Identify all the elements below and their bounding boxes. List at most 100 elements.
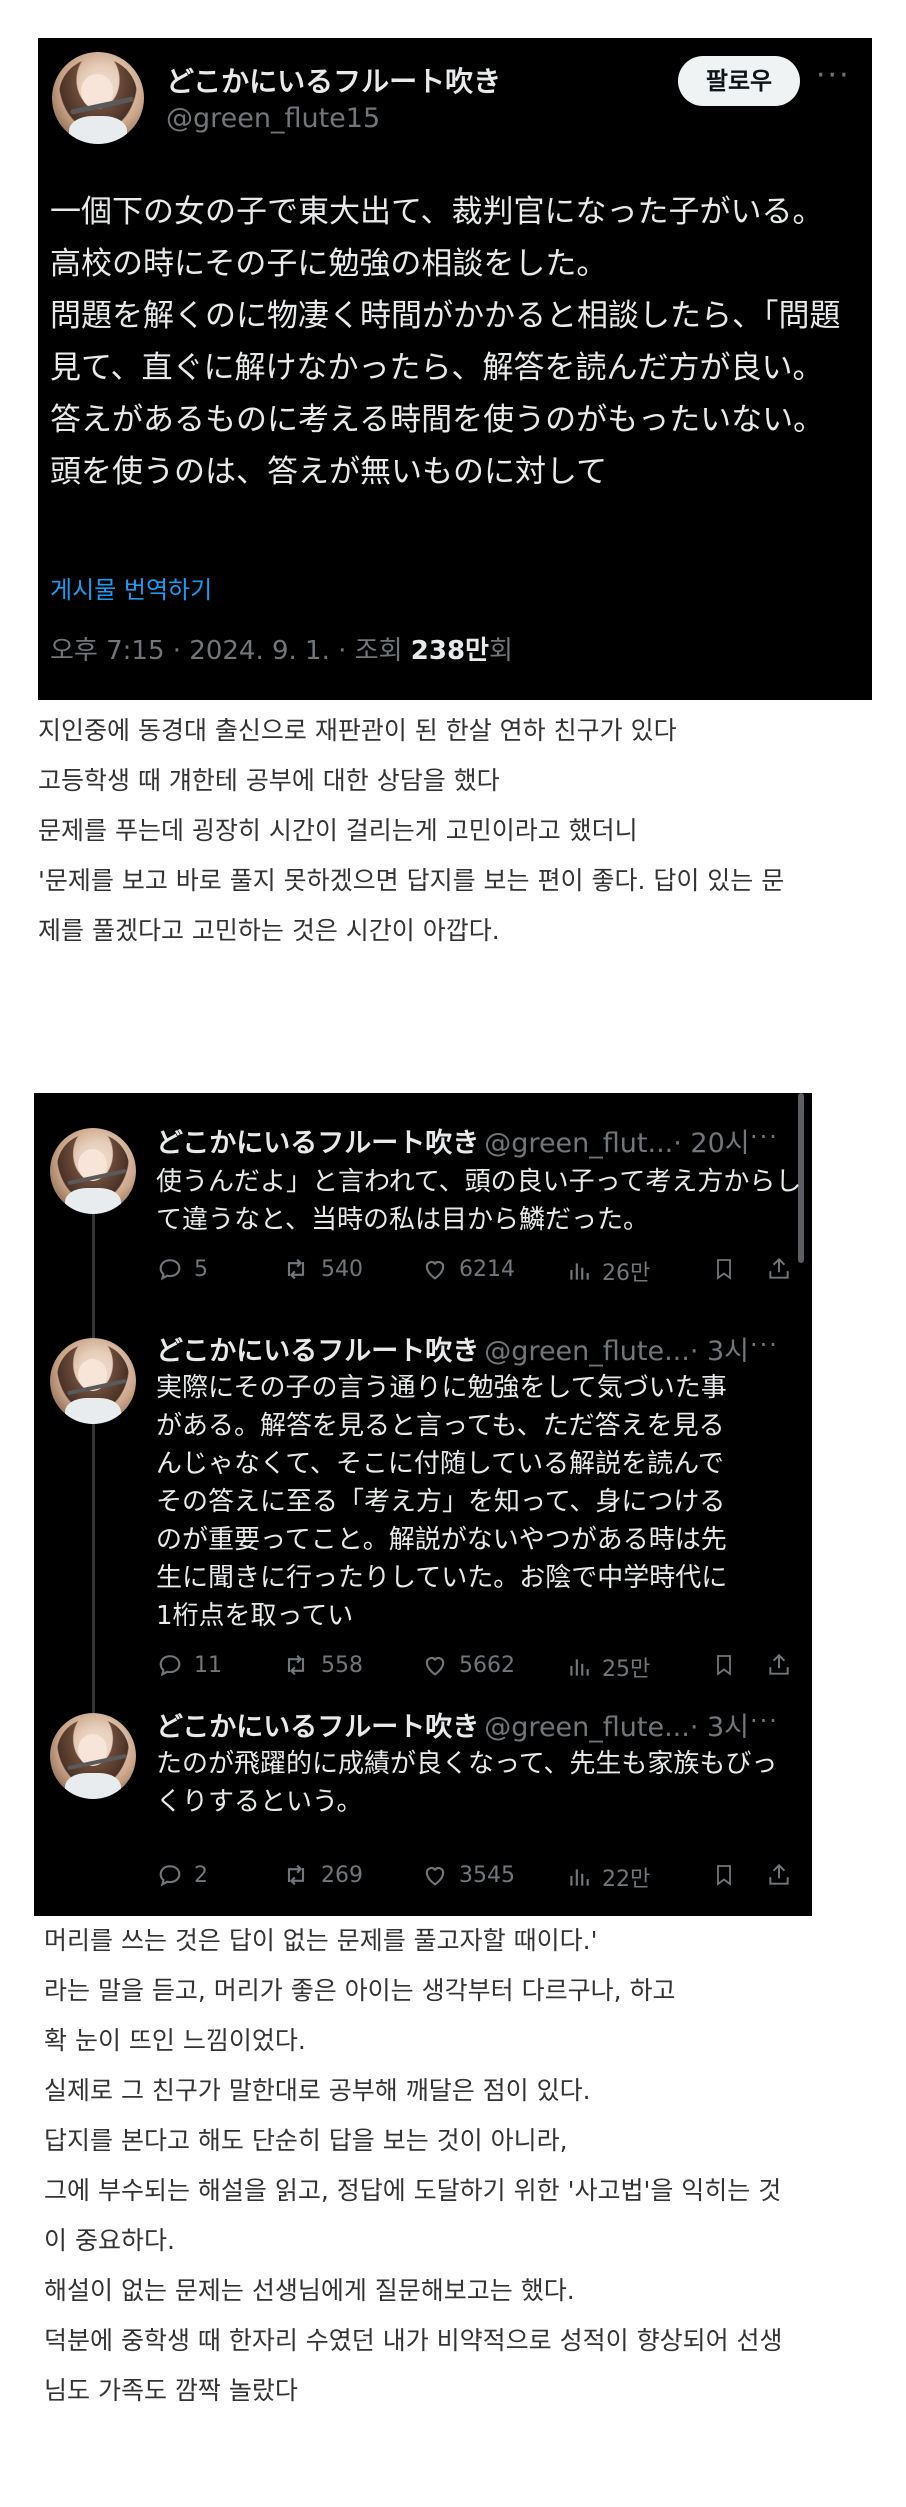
translate-post-link[interactable]: 게시물 번역하기	[50, 570, 212, 605]
reply-author-handle[interactable]: @green_flute...	[484, 1712, 690, 1743]
repost-button[interactable]: 540	[281, 1255, 363, 1283]
reply-body-line: くりするという。	[156, 1787, 363, 1817]
translation-line: 그에 부수되는 해설을 읽고, 정답에 도달하기 위한 '사고법'을 익히는 것	[44, 2176, 782, 2205]
thread-connector-line	[92, 1213, 95, 1773]
reply-time[interactable]: · 3시	[690, 1336, 749, 1367]
view-count: 238만	[410, 636, 489, 666]
reply-time[interactable]: · 3시	[690, 1712, 749, 1743]
translation-line: 고등학생 때 걔한테 공부에 대한 상담을 했다	[38, 766, 500, 795]
more-options-icon[interactable]: ···	[816, 58, 851, 93]
author-name[interactable]: どこかにいるフルート吹き	[166, 60, 501, 100]
tweet-timestamp[interactable]: 오후 7:15 · 2024. 9. 1. · 조회	[50, 636, 411, 666]
heart-icon	[425, 1261, 445, 1280]
reply-body-line: たのが飛躍的に成績が良くなって、先生も家族もびっ	[156, 1749, 778, 1779]
reply-actions: 5 540 6214 26만	[156, 1255, 796, 1287]
repost-count: 269	[321, 1862, 363, 1888]
share-button[interactable]	[766, 1255, 802, 1283]
like-button[interactable]: 5662	[421, 1651, 515, 1679]
share-button[interactable]	[766, 1861, 802, 1889]
reply-author-handle[interactable]: @green_flut...	[484, 1128, 673, 1159]
reply-icon	[159, 1259, 181, 1281]
reply-body-line: んじゃなくて、そこに付随している解説を読んで	[156, 1449, 724, 1479]
author-avatar[interactable]	[52, 52, 144, 144]
like-count: 6214	[459, 1256, 515, 1282]
reply-avatar[interactable]	[50, 1338, 136, 1424]
share-icon	[769, 1257, 789, 1279]
tweet-body: 一個下の女の子で東大出て、裁判官になった子がいる。 高校の時にその子に勉強の相談…	[50, 186, 860, 498]
bookmark-icon	[717, 1259, 731, 1280]
reply-author-name[interactable]: どこかにいるフルート吹き	[156, 1712, 479, 1743]
reply-button[interactable]: 11	[156, 1651, 222, 1679]
translation-line: 실제로 그 친구가 말한대로 공부해 깨달은 점이 있다.	[44, 2076, 591, 2105]
reply-body: たのが飛躍的に成績が良くなって、先生も家族もびっ くりするという。	[156, 1745, 777, 1821]
reply-body-line: その答えに至る「考え方」を知って、身につける	[156, 1487, 726, 1517]
reply-avatar[interactable]	[50, 1128, 136, 1214]
korean-translation-1: 지인중에 동경대 출신으로 재판관이 된 한살 연하 친구가 있다 고등학생 때…	[38, 706, 784, 956]
translation-line: 문제를 푸는데 굉장히 시간이 걸리는게 고민이라고 했더니	[38, 816, 638, 845]
views-button[interactable]: 25만	[566, 1651, 650, 1683]
reply-header: どこかにいるフルート吹き @green_flut...· 20시	[156, 1121, 750, 1160]
reply-button[interactable]: 2	[156, 1861, 208, 1889]
reply-icon	[159, 1655, 181, 1677]
repost-icon	[287, 1258, 305, 1280]
reply-actions: 11 558 5662 25만	[156, 1651, 796, 1683]
reply-body: 使うんだよ」と言われて、頭の良い子って考え方からし て違うなと、当時の私は目から…	[156, 1163, 801, 1239]
reply-author-handle[interactable]: @green_flute...	[484, 1336, 690, 1367]
tweet-body-line: 一個下の女の子で東大出て、裁判官になった子がいる。	[50, 194, 824, 230]
repost-count: 540	[321, 1256, 363, 1282]
korean-translation-2: 머리를 쓰는 것은 답이 없는 문제를 풀고자할 때이다.' 라는 말을 듣고,…	[44, 1916, 783, 2416]
repost-count: 558	[321, 1652, 363, 1678]
reply-body-line: 実際にその子の言う通りに勉強をして気づいた事	[156, 1373, 727, 1403]
repost-button[interactable]: 269	[281, 1861, 363, 1889]
translation-line: 답지를 본다고 해도 단순히 답을 보는 것이 아니라,	[44, 2126, 568, 2155]
more-options-icon[interactable]: ···	[750, 1331, 779, 1359]
translation-line: 해설이 없는 문제는 선생님에게 질문해보고는 했다.	[44, 2276, 575, 2305]
translation-line: 제를 풀겠다고 고민하는 것은 시간이 아깝다.	[38, 916, 500, 945]
reply-icon	[159, 1865, 181, 1887]
repost-button[interactable]: 558	[281, 1651, 363, 1679]
reply-count: 11	[194, 1652, 222, 1678]
share-icon	[769, 1653, 789, 1675]
repost-icon	[287, 1864, 305, 1886]
bookmark-button[interactable]	[712, 1861, 746, 1889]
view-count-suffix: 회	[488, 636, 513, 666]
view-count: 22만	[602, 1867, 651, 1892]
more-options-icon[interactable]: ···	[750, 1707, 779, 1735]
tweet-body-line: 答えがあるものに考える時間を使うのがもったいない。	[50, 402, 825, 438]
more-options-icon[interactable]: ···	[750, 1123, 779, 1151]
bookmark-icon	[717, 1865, 731, 1886]
like-button[interactable]: 6214	[421, 1255, 515, 1283]
translation-line: 이 중요하다.	[44, 2226, 175, 2255]
follow-button[interactable]: 팔로우	[678, 56, 800, 106]
bookmark-button[interactable]	[712, 1651, 746, 1679]
heart-icon	[425, 1657, 445, 1676]
reply-avatar[interactable]	[50, 1713, 136, 1799]
reply-body-line: のが重要ってこと。解説がないやつがある時は先	[156, 1525, 727, 1555]
reply-body: 実際にその子の言う通りに勉強をして気づいた事 がある。解答を見ると言っても、ただ…	[156, 1369, 727, 1635]
reply-body-line: て違うなと、当時の私は目から鱗だった。	[156, 1205, 649, 1235]
views-button[interactable]: 22만	[566, 1861, 650, 1893]
share-button[interactable]	[766, 1651, 802, 1679]
view-count: 25만	[602, 1657, 651, 1682]
translation-line: 덕분에 중학생 때 한자리 수였던 내가 비약적으로 성적이 향상되어 선생	[44, 2326, 783, 2355]
tweet-body-line: 頭を使うのは、答えが無いものに対して	[50, 454, 608, 490]
bookmark-button[interactable]	[712, 1255, 746, 1283]
reply-body-line: 1桁点を取ってい	[156, 1601, 354, 1631]
translation-line: 님도 가족도 깜짝 놀랐다	[44, 2376, 298, 2405]
translation-line: 머리를 쓰는 것은 답이 없는 문제를 풀고자할 때이다.'	[44, 1926, 598, 1955]
views-chart-icon	[570, 1869, 589, 1886]
view-count: 26만	[602, 1261, 651, 1286]
author-handle[interactable]: @green_flute15	[166, 103, 380, 134]
like-button[interactable]: 3545	[421, 1861, 515, 1889]
reply-header: どこかにいるフルート吹き @green_flute...· 3시	[156, 1705, 749, 1744]
reply-author-name[interactable]: どこかにいるフルート吹き	[156, 1128, 479, 1159]
views-chart-icon	[570, 1659, 589, 1676]
reply-time[interactable]: · 20시	[673, 1128, 749, 1159]
like-count: 5662	[459, 1652, 515, 1678]
share-icon	[769, 1863, 789, 1885]
views-button[interactable]: 26만	[566, 1255, 650, 1287]
heart-icon	[425, 1867, 445, 1886]
reply-author-name[interactable]: どこかにいるフルート吹き	[156, 1336, 479, 1367]
reply-button[interactable]: 5	[156, 1255, 208, 1283]
translation-line: 지인중에 동경대 출신으로 재판관이 된 한살 연하 친구가 있다	[38, 716, 677, 745]
